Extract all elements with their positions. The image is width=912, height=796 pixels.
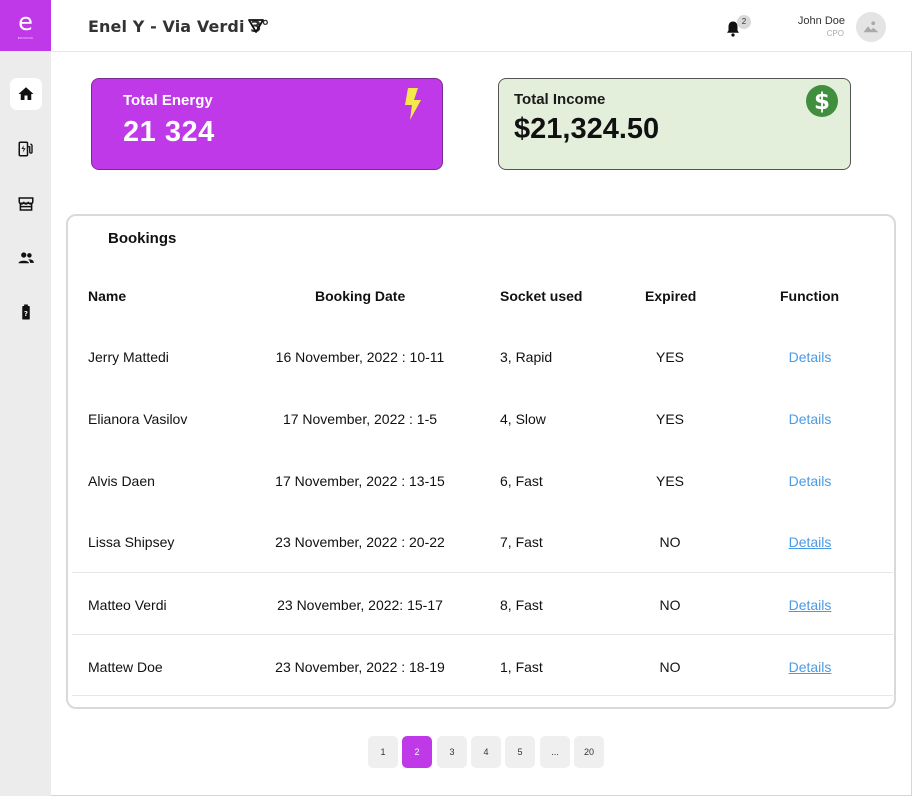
details-link[interactable]: Details [789, 473, 832, 489]
details-link[interactable]: Details [789, 411, 832, 427]
column-header-booking-date: Booking Date [315, 288, 406, 304]
table-row: Mattew Doe 23 November, 2022 : 18-19 1, … [72, 634, 893, 696]
page-button-3[interactable]: 3 [437, 736, 467, 768]
column-header-name: Name [88, 288, 127, 304]
booking-socket: 8, Fast [500, 597, 543, 613]
notification-badge: 2 [737, 15, 751, 29]
table-row: Matteo Verdi 23 November, 2022: 15-17 8,… [72, 572, 893, 634]
avatar[interactable] [856, 12, 886, 42]
booking-socket: 6, Fast [500, 473, 543, 489]
booking-expired: YES [655, 349, 685, 365]
sidebar-item-battery[interactable]: ? [10, 296, 42, 328]
booking-name: Matteo Verdi [88, 597, 167, 613]
bookings-title: Bookings [108, 230, 177, 247]
table-row: Elianora Vasilov 17 November, 2022 : 1-5… [72, 390, 893, 452]
booking-date: 23 November, 2022 : 18-19 [275, 659, 445, 675]
booking-name: Lissa Shipsey [88, 534, 175, 550]
booking-date: 23 November, 2022: 15-17 [277, 597, 443, 613]
table-row: Alvis Daen 17 November, 2022 : 13-15 6, … [72, 452, 893, 514]
booking-name: Elianora Vasilov [88, 411, 188, 427]
booking-date: 17 November, 2022 : 13-15 [275, 473, 445, 489]
sidebar: e BOOKING ? [0, 0, 51, 796]
booking-expired: NO [659, 659, 681, 675]
svg-text:?: ? [24, 310, 28, 318]
booking-socket: 1, Fast [500, 659, 543, 675]
triangle-down-icon[interactable] [247, 17, 265, 35]
column-header-socket: Socket used [500, 288, 583, 304]
top-header: Enel Y - Via Verdi 3° 2 John Doe CPO [51, 0, 912, 52]
sidebar-item-home[interactable] [10, 78, 42, 110]
booking-date: 17 November, 2022 : 1-5 [282, 411, 438, 427]
booking-expired: YES [655, 473, 685, 489]
sidebar-item-store[interactable] [10, 188, 42, 220]
booking-name: Jerry Mattedi [88, 349, 169, 365]
image-placeholder-icon [863, 21, 879, 33]
bookings-panel: Bookings Name Booking Date Socket used E… [66, 214, 896, 709]
booking-expired: YES [655, 411, 685, 427]
booking-socket: 4, Slow [500, 411, 546, 427]
booking-expired: NO [659, 597, 681, 613]
page-button-1[interactable]: 1 [368, 736, 398, 768]
sidebar-item-charging[interactable] [10, 133, 42, 165]
booking-expired: NO [659, 534, 681, 550]
booking-socket: 7, Fast [500, 534, 543, 550]
svg-text:$: $ [814, 89, 830, 115]
page-button-20[interactable]: 20 [574, 736, 604, 768]
column-header-expired: Expired [645, 288, 697, 304]
column-header-function: Function [780, 288, 840, 304]
details-link[interactable]: Details [789, 659, 832, 675]
page-button-5[interactable]: 5 [505, 736, 535, 768]
user-name: John Doe [797, 15, 845, 27]
total-income-value: $21,324.50 [514, 113, 660, 145]
logo-letter: e [18, 8, 33, 36]
total-income-label: Total Income [514, 91, 606, 108]
booking-date: 23 November, 2022 : 20-22 [275, 534, 445, 550]
total-energy-value: 21 324 [123, 116, 215, 148]
logo-subtext: BOOKING [17, 36, 34, 40]
total-energy-label: Total Energy [123, 92, 213, 109]
total-energy-card: Total Energy 21 324 [91, 78, 443, 170]
ev-charger-icon [18, 141, 33, 157]
page-button-2-current[interactable]: 2 [402, 736, 432, 768]
table-row: Lissa Shipsey 23 November, 2022 : 20-22 … [72, 513, 893, 575]
user-role: CPO [826, 29, 844, 38]
booking-name: Alvis Daen [88, 473, 155, 489]
lightning-bolt-icon [405, 88, 421, 120]
details-link[interactable]: Details [789, 534, 832, 550]
dollar-circle-icon: $ [806, 85, 838, 117]
battery-help-icon: ? [22, 304, 30, 320]
booking-date: 16 November, 2022 : 10-11 [275, 349, 445, 365]
page-ellipsis[interactable]: ... [540, 736, 570, 768]
booking-name: Mattew Doe [88, 659, 163, 675]
store-icon [18, 197, 34, 211]
home-icon [18, 87, 34, 100]
page-button-4[interactable]: 4 [471, 736, 501, 768]
sidebar-item-users[interactable] [10, 242, 42, 274]
site-title[interactable]: Enel Y - Via Verdi 3° [88, 17, 270, 36]
table-divider [72, 695, 893, 696]
details-link[interactable]: Details [789, 597, 832, 613]
users-icon [18, 252, 34, 264]
table-row: Jerry Mattedi 16 November, 2022 : 10-11 … [72, 328, 893, 390]
booking-socket: 3, Rapid [500, 349, 553, 365]
total-income-card: Total Income $21,324.50 $ [498, 78, 851, 170]
details-link[interactable]: Details [789, 349, 832, 365]
app-logo[interactable]: e BOOKING [0, 0, 51, 51]
